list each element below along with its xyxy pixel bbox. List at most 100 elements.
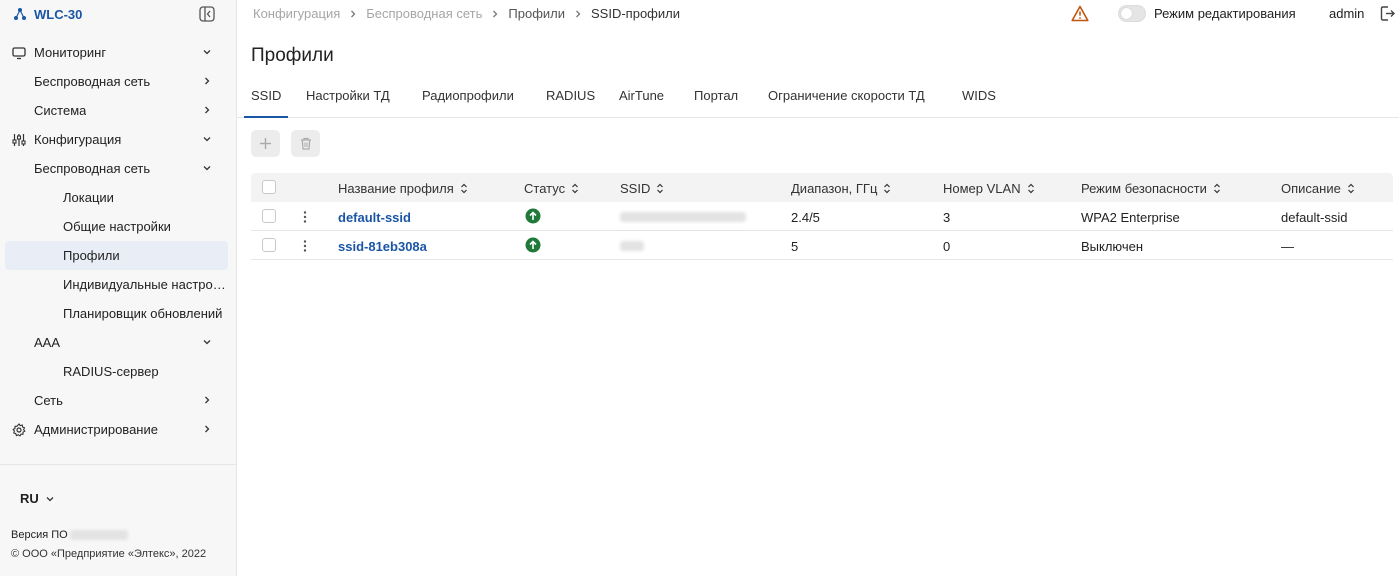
sidebar-item-label: Конфигурация [34,132,122,147]
tab-ap-settings[interactable]: Настройки ТД [299,89,397,117]
edit-mode-label: Режим редактирования [1154,6,1296,21]
more-vertical-icon[interactable] [303,210,307,224]
breadcrumb-current: SSID-профили [591,6,680,21]
sidebar-item-general-settings[interactable]: Общие настройки [0,212,236,241]
column-header-vlan[interactable]: Номер VLAN [943,181,1035,196]
table-row[interactable]: ssid-81eb308a 5 0 Выключен — [251,231,1393,260]
sidebar-item-system[interactable]: Система [0,96,236,125]
status-up-icon [525,208,541,224]
tab-radio-profiles[interactable]: Радиопрофили [415,89,521,117]
description-value: default-ssid [1281,210,1348,225]
column-label: Диапазон, ГГц [791,181,878,196]
app-title: WLC-30 [34,6,83,22]
sidebar-item-label: Сеть [34,393,63,408]
tab-radius[interactable]: RADIUS [539,89,602,117]
sidebar-divider [0,464,236,465]
column-header-security[interactable]: Режим безопасности [1081,181,1221,196]
tab-airtune[interactable]: AirTune [612,89,671,117]
language-value: RU [20,491,39,506]
sidebar-item-monitoring[interactable]: Мониторинг [0,38,236,67]
username[interactable]: admin [1329,6,1364,21]
sidebar-item-label: Администрирование [34,422,158,437]
sidebar: WLC-30 Мониторинг Беспроводная сеть Сист… [0,0,237,576]
page-title: Профили [251,45,334,66]
sliders-icon [12,133,26,146]
more-vertical-icon[interactable] [303,239,307,253]
sidebar-item-profiles[interactable]: Профили [5,241,228,270]
sidebar-item-aaa[interactable]: AAA [0,328,236,357]
sidebar-item-administration[interactable]: Администрирование [0,415,236,444]
add-button[interactable] [251,130,280,157]
chevron-down-icon [46,496,54,501]
sidebar-item-label: AAA [34,335,61,350]
tab-wids[interactable]: WIDS [955,89,1003,117]
sidebar-item-label: Индивидуальные настройки [63,277,228,292]
tab-ssid[interactable]: SSID [244,89,289,118]
description-value: — [1281,239,1294,254]
sidebar-item-label: RADIUS-сервер [63,364,159,379]
status-up-icon [525,237,541,253]
sidebar-item-label: Система [34,103,87,118]
plus-icon [260,138,271,149]
version-label: Версия ПО [11,529,68,541]
tab-ap-rate-limit[interactable]: Ограничение скорости ТД [761,89,932,117]
select-all-checkbox[interactable] [262,180,276,194]
sidebar-item-configuration[interactable]: Конфигурация [0,125,236,154]
tab-bar: SSID Настройки ТД Радиопрофили RADIUS Ai… [237,84,1399,118]
gear-icon [12,422,26,437]
chevron-right-icon [205,425,210,433]
breadcrumb-item[interactable]: Профили [508,6,565,21]
column-header-band[interactable]: Диапазон, ГГц [791,181,891,196]
sidebar-item-update-scheduler[interactable]: Планировщик обновлений [0,299,236,328]
chevron-right-icon [351,10,356,17]
column-label: Название профиля [338,181,454,196]
row-checkbox[interactable] [262,238,276,252]
sidebar-item-individual-settings[interactable]: Индивидуальные настройки [0,270,236,299]
sort-icon [572,183,579,194]
sort-icon [1213,183,1220,194]
security-value: WPA2 Enterprise [1081,210,1180,225]
sidebar-nav: Мониторинг Беспроводная сеть Система Кон… [0,38,236,444]
trash-icon [300,137,311,150]
collapse-sidebar-icon[interactable] [199,6,215,22]
column-header-status[interactable]: Статус [524,181,579,196]
sidebar-item-network[interactable]: Сеть [0,386,236,415]
warning-icon[interactable] [1071,5,1089,22]
sort-icon [657,183,664,194]
row-checkbox[interactable] [262,209,276,223]
breadcrumb-item[interactable]: Беспроводная сеть [366,6,482,21]
sort-icon [1347,183,1354,194]
sidebar-item-radius-server[interactable]: RADIUS-сервер [0,357,236,386]
column-label: SSID [620,181,651,196]
chevron-down-icon [203,166,211,171]
sidebar-item-label: Локации [63,190,114,205]
column-header-name[interactable]: Название профиля [338,181,468,196]
logo-icon [14,8,26,20]
tab-portal[interactable]: Портал [687,89,745,117]
chevron-right-icon [576,10,581,17]
edit-mode-toggle[interactable] [1118,5,1146,22]
version-value-redacted [69,530,128,540]
sort-icon [1027,183,1034,194]
logout-icon[interactable] [1379,5,1396,22]
profile-name-link[interactable]: ssid-81eb308a [338,239,427,254]
chevron-right-icon [205,77,210,85]
column-header-ssid[interactable]: SSID [620,181,664,196]
monitor-icon [12,46,26,59]
ssid-value-redacted [620,241,644,251]
band-value: 2.4/5 [791,210,820,225]
sidebar-item-label: Планировщик обновлений [63,306,223,321]
sidebar-item-config-wireless[interactable]: Беспроводная сеть [0,154,236,183]
chevron-right-icon [205,396,210,404]
column-header-description[interactable]: Описание [1281,181,1355,196]
sidebar-item-locations[interactable]: Локации [0,183,236,212]
language-select[interactable]: RU [20,491,55,506]
top-bar: Конфигурация Беспроводная сеть Профили S… [237,0,1399,28]
delete-button[interactable] [291,130,320,157]
ssid-value-redacted [620,212,746,222]
sidebar-item-monitoring-wireless[interactable]: Беспроводная сеть [0,67,236,96]
profile-name-link[interactable]: default-ssid [338,210,411,225]
table-row[interactable]: default-ssid 2.4/5 3 WPA2 Enterprise def… [251,202,1393,231]
chevron-down-icon [203,137,211,142]
breadcrumb-item[interactable]: Конфигурация [253,6,340,21]
